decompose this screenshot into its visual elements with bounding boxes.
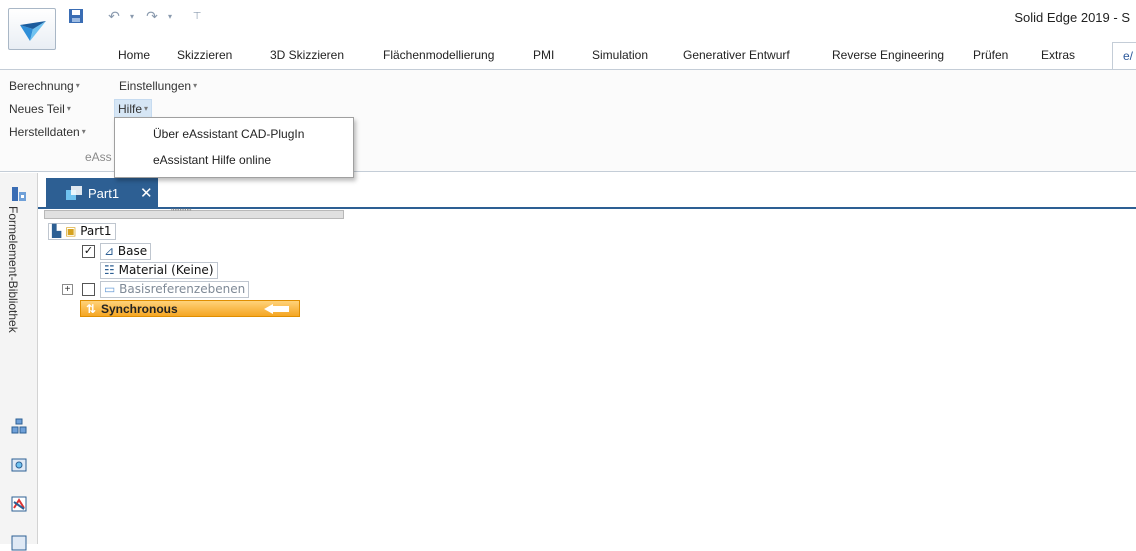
customize-icon[interactable]: ⊤: [190, 6, 204, 26]
synchronous-icon: ⇅: [86, 302, 97, 316]
redo-icon[interactable]: ↷: [140, 6, 164, 26]
redo-dropdown-icon[interactable]: ▾: [164, 6, 176, 26]
tab-skizzieren[interactable]: Skizzieren: [177, 48, 232, 62]
tree-node-part1[interactable]: ▙ ▣ Part1: [48, 223, 116, 240]
lock-folder-icon: ▣: [65, 224, 77, 238]
tree-node-label: Base: [117, 244, 148, 258]
tab-home[interactable]: Home: [118, 48, 150, 62]
document-tab-part1[interactable]: Part1 ✕: [46, 178, 158, 208]
left-tool-strip: Formelement-Bibliothek: [0, 173, 38, 551]
tree-node-label: Part1: [80, 224, 112, 238]
tab-eassistant[interactable]: e/: [1112, 42, 1136, 71]
solid-edge-logo-icon: [20, 21, 46, 41]
ribbon-group-label: eAss: [85, 150, 112, 164]
title-bar: ↶ ▾ ↷ ▾ ⊤ Solid Edge 2019 - S: [0, 0, 1136, 50]
coordinate-system-icon: ⊿: [104, 244, 115, 258]
tab-pruefen[interactable]: Prüfen: [973, 48, 1008, 62]
collapse-arrow-tail: [273, 306, 289, 312]
part-icon: [66, 186, 82, 200]
synchronous-section[interactable]: ⇅ Synchronous: [80, 300, 300, 317]
chevron-down-icon: ▾: [75, 81, 80, 90]
menu-item-ueber-eassistant[interactable]: Über eAssistant CAD-PlugIn: [153, 127, 304, 141]
base-checkbox[interactable]: ✓: [82, 245, 95, 258]
close-icon[interactable]: ✕: [140, 184, 153, 202]
tab-extras[interactable]: Extras: [1041, 48, 1075, 62]
pathfinder-icon[interactable]: [11, 186, 27, 202]
assembly-icon[interactable]: [11, 418, 27, 434]
berechnung-menu[interactable]: Berechnung ▾: [6, 77, 83, 95]
ribbon-tabs: Home Skizzieren 3D Skizzieren Flächenmod…: [0, 42, 1136, 71]
tab-flaechenmodellierung[interactable]: Flächenmodellierung: [383, 48, 494, 62]
window-title: Solid Edge 2019 - S: [1014, 10, 1130, 25]
pathfinder-header[interactable]: '''''''''''': [44, 207, 344, 219]
tab-pmi[interactable]: PMI: [533, 48, 554, 62]
material-table-icon: ☷: [104, 263, 115, 277]
drag-grip-icon[interactable]: '''''''''''': [171, 207, 192, 217]
undo-icon[interactable]: ↶: [102, 6, 126, 26]
chevron-down-icon: ▾: [193, 81, 198, 90]
synchronous-label: Synchronous: [101, 302, 178, 316]
hilfe-dropdown-menu: Über eAssistant CAD-PlugIn eAssistant Hi…: [114, 117, 354, 178]
formelement-bibliothek-label[interactable]: Formelement-Bibliothek: [6, 206, 20, 333]
chevron-down-icon: ▾: [66, 104, 71, 113]
tab-3d-skizzieren[interactable]: 3D Skizzieren: [270, 48, 344, 62]
tree-node-base[interactable]: ⊿ Base: [100, 243, 152, 260]
reference-planes-checkbox[interactable]: [82, 283, 95, 296]
layers-icon[interactable]: [11, 457, 27, 473]
herstelldaten-menu[interactable]: Herstelldaten ▾: [6, 123, 89, 141]
einstellungen-menu[interactable]: Einstellungen ▾: [116, 77, 200, 95]
hilfe-menu[interactable]: Hilfe ▾: [114, 99, 153, 119]
part-root-icon: ▙: [52, 224, 62, 238]
tab-reverse-engineering[interactable]: Reverse Engineering: [832, 48, 944, 62]
tree-node-label: Basisreferenzebenen: [119, 282, 246, 296]
more-tools-icon[interactable]: [11, 535, 27, 551]
menu-item-eassistant-hilfe-online[interactable]: eAssistant Hilfe online: [153, 153, 271, 167]
chevron-down-icon: ▾: [144, 104, 149, 113]
tab-simulation[interactable]: Simulation: [592, 48, 648, 62]
neues-teil-menu[interactable]: Neues Teil ▾: [6, 100, 74, 118]
tree-node-material[interactable]: ☷ Material (Keine): [100, 262, 218, 279]
sensors-icon[interactable]: [11, 496, 27, 512]
collapse-arrow-icon[interactable]: [264, 304, 273, 314]
document-tab-label: Part1: [88, 186, 120, 201]
document-tab-divider: [38, 207, 1136, 209]
undo-dropdown-icon[interactable]: ▾: [126, 6, 138, 26]
tree-node-label: Material (Keine): [118, 263, 214, 277]
reference-plane-icon: ▭: [104, 282, 116, 296]
tree-node-basisreferenzebenen[interactable]: ▭ Basisreferenzebenen: [100, 281, 250, 298]
save-icon[interactable]: [66, 6, 86, 26]
tab-generativer-entwurf[interactable]: Generativer Entwurf: [683, 48, 790, 62]
expand-icon[interactable]: +: [62, 284, 73, 295]
chevron-down-icon: ▾: [81, 127, 86, 136]
